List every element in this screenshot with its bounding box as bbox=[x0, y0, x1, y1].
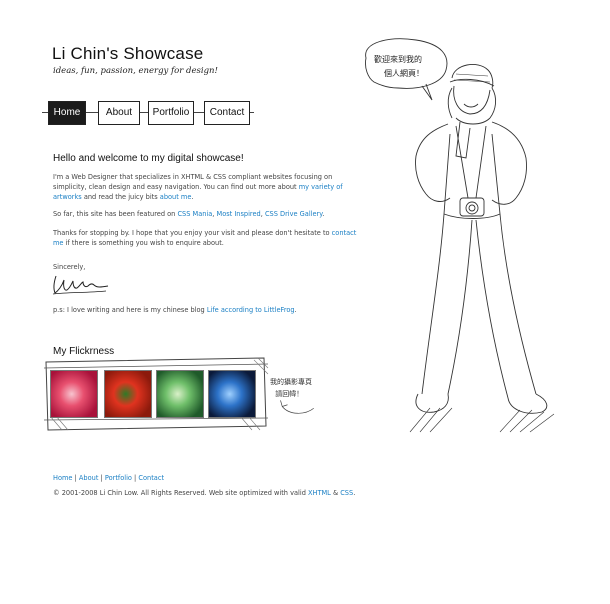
handwritten-signature bbox=[52, 275, 109, 295]
most-inspired-link[interactable]: Most Inspired bbox=[217, 210, 261, 218]
intro-paragraph: I'm a Web Designer that specializes in X… bbox=[53, 172, 358, 202]
site-tagline: ideas, fun, passion, energy for design! bbox=[53, 66, 218, 76]
copyright-line: © 2001-2008 Li Chin Low. All Rights Rese… bbox=[53, 489, 355, 497]
flickr-note-line2: 請回幃！ bbox=[275, 389, 303, 398]
person-figure bbox=[409, 63, 555, 433]
flickr-thumbnail-2[interactable] bbox=[104, 370, 152, 418]
nav-about-button[interactable]: About bbox=[98, 101, 140, 125]
thanks-text-a: Thanks for stopping by. I hope that you … bbox=[53, 229, 332, 237]
css-mania-link[interactable]: CSS Mania bbox=[177, 210, 212, 218]
xhtml-link[interactable]: XHTML bbox=[308, 489, 331, 497]
nav-contact-button[interactable]: Contact bbox=[204, 101, 250, 125]
chinese-blog-link[interactable]: Life according to LittleFrog bbox=[207, 306, 295, 314]
ps-line: p.s: I love writing and here is my chine… bbox=[53, 306, 297, 314]
welcome-heading: Hello and welcome to my digital showcase… bbox=[53, 153, 244, 164]
ps-end: . bbox=[294, 306, 297, 314]
flickr-note-arrow: 我的攝影專頁 請回幃！ bbox=[270, 377, 314, 414]
sketch-illustration: 歡迎來到我的 個人網頁！ bbox=[365, 38, 555, 433]
thanks-paragraph: Thanks for stopping by. I hope that you … bbox=[53, 228, 358, 248]
copyright-text: © 2001-2008 Li Chin Low. All Rights Rese… bbox=[53, 489, 308, 497]
nav-home-button[interactable]: Home bbox=[48, 101, 86, 125]
footer-home-link[interactable]: Home bbox=[53, 474, 72, 482]
css-drive-gallery-link[interactable]: CSS Drive Gallery bbox=[265, 210, 322, 218]
bubble-line1: 歡迎來到我的 bbox=[374, 54, 422, 64]
footer-nav: Home | About | Portfolio | Contact bbox=[53, 474, 164, 482]
footer-portfolio-link[interactable]: Portfolio bbox=[105, 474, 132, 482]
flickr-thumbnail-3[interactable] bbox=[156, 370, 204, 418]
ps-text: p.s: I love writing and here is my chine… bbox=[53, 306, 207, 314]
thanks-text-b: if there is something you wish to enquir… bbox=[63, 239, 224, 247]
flickr-thumbnail-1[interactable] bbox=[50, 370, 98, 418]
about-me-link[interactable]: about me bbox=[160, 193, 192, 201]
css-link[interactable]: CSS bbox=[340, 489, 353, 497]
flickr-thumbnail-4[interactable] bbox=[208, 370, 256, 418]
copyright-end: . bbox=[353, 489, 356, 497]
copyright-amp: & bbox=[330, 489, 341, 497]
intro-text-c: . bbox=[191, 193, 194, 201]
footer-contact-link[interactable]: Contact bbox=[138, 474, 164, 482]
intro-text-b: and read the juicy bits bbox=[81, 193, 160, 201]
featured-text: So far, this site has been featured on bbox=[53, 210, 178, 218]
flickr-note-line1: 我的攝影專頁 bbox=[270, 377, 312, 386]
featured-end: . bbox=[322, 210, 325, 218]
footer-about-link[interactable]: About bbox=[79, 474, 99, 482]
site-title: Li Chin's Showcase bbox=[52, 44, 204, 63]
featured-paragraph: So far, this site has been featured on C… bbox=[53, 209, 358, 219]
sincerely-label: Sincerely, bbox=[53, 263, 86, 271]
nav-portfolio-button[interactable]: Portfolio bbox=[148, 101, 194, 125]
bubble-line2: 個人網頁！ bbox=[384, 68, 424, 78]
main-nav: Home About Portfolio Contact bbox=[42, 98, 254, 128]
intro-text-a: I'm a Web Designer that specializes in X… bbox=[53, 173, 333, 191]
